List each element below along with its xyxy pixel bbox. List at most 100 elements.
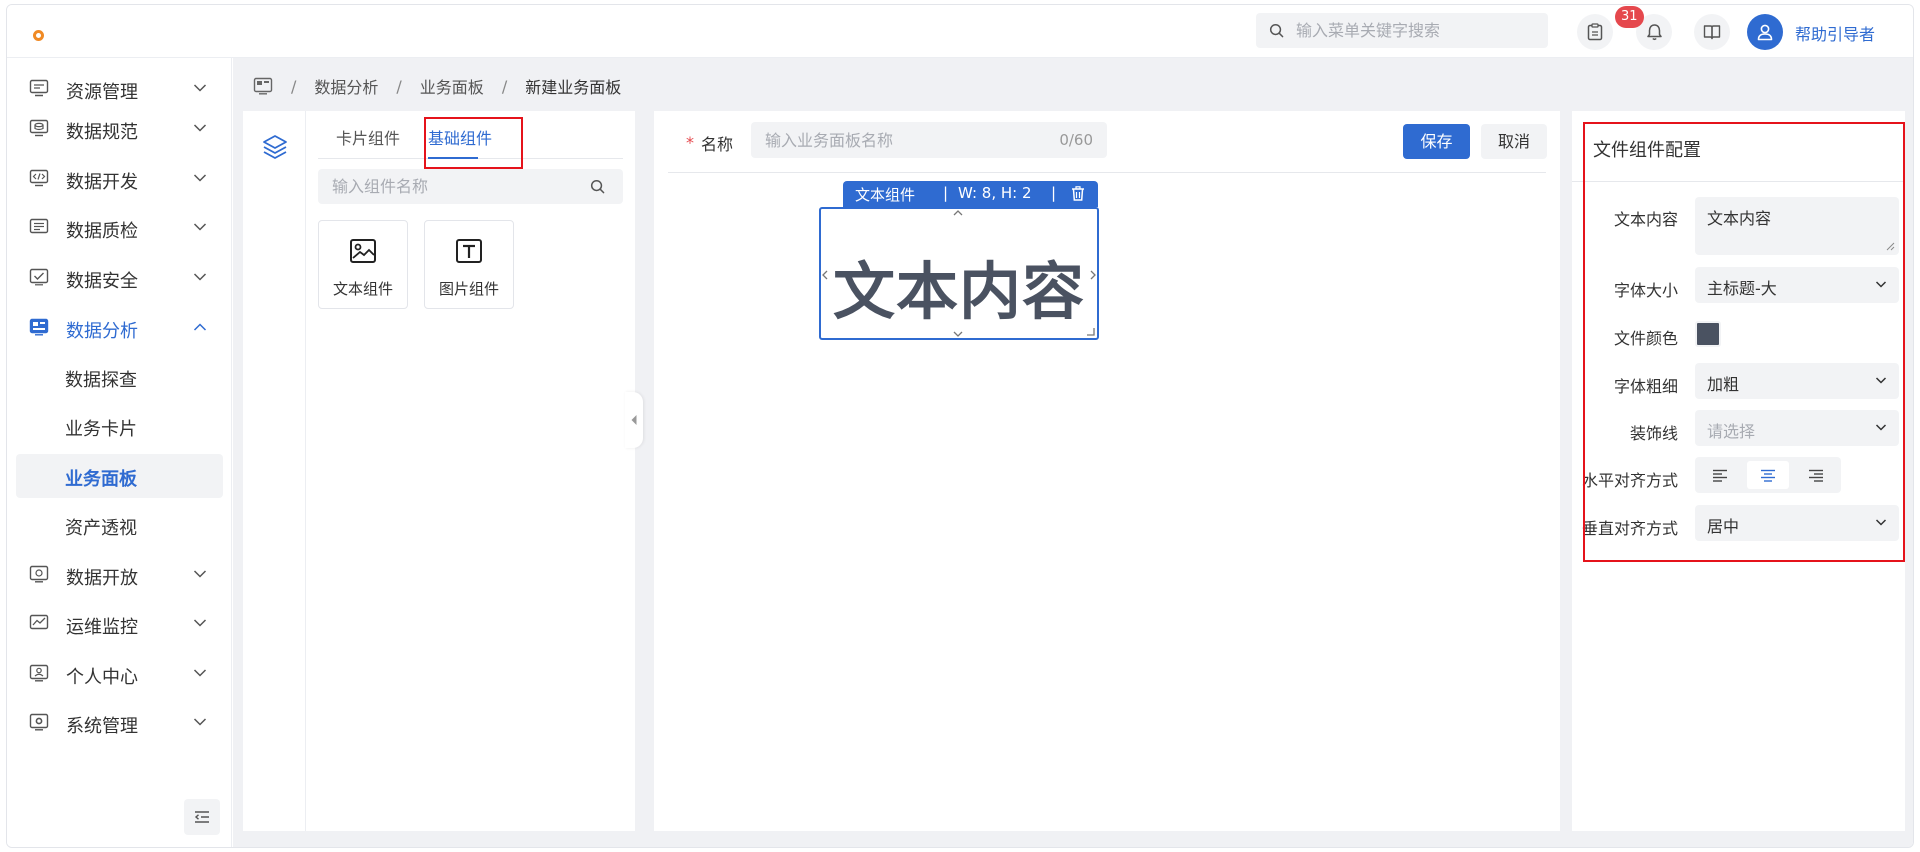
caret-left-icon bbox=[631, 415, 637, 425]
top-header: 31 帮助引导者 bbox=[7, 5, 1913, 58]
sidebar-item-label: 数据规范 bbox=[66, 122, 138, 143]
tab-card-components[interactable]: 卡片组件 bbox=[336, 125, 400, 149]
component-card-image[interactable]: 图片组件 bbox=[424, 220, 514, 309]
toolbar-separator: | bbox=[1051, 184, 1057, 202]
resize-handle-bottom[interactable] bbox=[952, 330, 964, 338]
clipboard-icon bbox=[1587, 23, 1603, 41]
breadcrumb-separator: / bbox=[396, 76, 402, 96]
clipboard-button[interactable] bbox=[1577, 14, 1613, 50]
highlight-box bbox=[1583, 122, 1905, 562]
name-row: * 名称 0/60 保存 取消 bbox=[654, 111, 1560, 173]
breadcrumb-separator: / bbox=[501, 76, 508, 96]
resize-handle-right[interactable] bbox=[1089, 269, 1097, 281]
component-card-text[interactable]: 文本组件 bbox=[318, 220, 408, 309]
breadcrumb-separator: / bbox=[291, 76, 297, 96]
highlight-box bbox=[424, 117, 523, 169]
panel-name-field[interactable]: 0/60 bbox=[751, 122, 1107, 158]
sidebar-item-develop[interactable]: 数据开发 bbox=[7, 157, 232, 201]
sidebar-collapse-button[interactable] bbox=[184, 799, 220, 835]
docs-button[interactable] bbox=[1694, 14, 1730, 50]
name-label: 名称 bbox=[701, 135, 734, 154]
sidebar-item-open[interactable]: 数据开放 bbox=[7, 553, 232, 597]
sidebar-item-resource[interactable]: 资源管理 bbox=[7, 67, 232, 111]
panel-name-input[interactable] bbox=[765, 122, 1045, 158]
user-icon bbox=[1757, 24, 1773, 41]
sidebar-subitem-explore[interactable]: 数据探查 bbox=[16, 355, 223, 399]
widget-size: W: 8, H: 2 bbox=[958, 184, 1032, 202]
cancel-button[interactable]: 取消 bbox=[1481, 124, 1547, 159]
chevron-up-icon bbox=[193, 323, 207, 331]
user-avatar[interactable] bbox=[1747, 14, 1783, 50]
component-panel: 卡片组件 基础组件 文本组件 图片组件 bbox=[243, 111, 635, 831]
sidebar-item-label: 数据开放 bbox=[66, 568, 138, 589]
resize-handle-left[interactable] bbox=[821, 269, 829, 281]
chevron-down-icon bbox=[193, 124, 207, 132]
app-logo[interactable] bbox=[33, 30, 44, 41]
chevron-down-icon bbox=[193, 718, 207, 726]
sidebar-item-label: 数据分析 bbox=[66, 321, 138, 342]
layers-column bbox=[243, 111, 306, 831]
save-button[interactable]: 保存 bbox=[1403, 124, 1470, 159]
divider bbox=[668, 172, 1546, 173]
char-counter: 0/60 bbox=[1059, 131, 1093, 149]
layers-icon[interactable] bbox=[261, 133, 289, 161]
text-t-icon bbox=[456, 239, 482, 263]
dashboard-icon bbox=[253, 77, 273, 95]
dashboard-icon bbox=[29, 318, 49, 336]
breadcrumb-item[interactable]: 数据分析 bbox=[314, 74, 378, 98]
widget-title: 文本组件 bbox=[855, 186, 916, 204]
panel-collapse-toggle[interactable] bbox=[625, 392, 643, 448]
resize-handle-top[interactable] bbox=[952, 209, 964, 217]
sidebar-item-standard[interactable]: 数据规范 bbox=[7, 107, 232, 151]
widget-toolbar[interactable]: 文本组件 | W: 8, H: 2 | bbox=[843, 181, 1098, 207]
code-icon bbox=[29, 169, 49, 187]
bell-icon bbox=[1646, 24, 1662, 41]
resize-handle-corner[interactable] bbox=[1086, 327, 1095, 336]
sidebar-subitem-assets[interactable]: 资产透视 bbox=[16, 503, 223, 547]
shield-check-icon bbox=[29, 268, 49, 286]
book-icon bbox=[1703, 25, 1721, 40]
menu-search[interactable] bbox=[1256, 13, 1548, 48]
breadcrumb-item[interactable]: 业务面板 bbox=[420, 74, 484, 98]
component-card-label: 图片组件 bbox=[438, 280, 499, 298]
widget-text: 文本内容 bbox=[832, 255, 1085, 328]
app-window: 31 帮助引导者 资源管理 数据规范 数据开发 数据质检 bbox=[6, 4, 1914, 848]
component-search[interactable] bbox=[318, 169, 623, 204]
sidebar-subitem-label: 资产透视 bbox=[65, 518, 137, 539]
sidebar-subitem-panels[interactable]: 业务面板 bbox=[16, 454, 223, 498]
sidebar-subitem-label: 业务面板 bbox=[65, 469, 137, 490]
main-content: / 数据分析 / 业务面板 / 新建业务面板 卡片组件 基础组件 输入组件名称 … bbox=[233, 58, 1913, 847]
chevron-down-icon bbox=[193, 223, 207, 231]
collapse-menu-icon bbox=[194, 811, 209, 823]
server-icon bbox=[29, 79, 49, 97]
notification-badge: 31 bbox=[1615, 6, 1644, 28]
sidebar-item-label: 个人中心 bbox=[66, 667, 138, 688]
trash-icon[interactable] bbox=[1071, 186, 1085, 201]
sidebar-item-personal[interactable]: 个人中心 bbox=[7, 652, 232, 696]
open-icon bbox=[29, 565, 49, 583]
required-mark: * bbox=[686, 133, 694, 152]
sidebar-item-quality[interactable]: 数据质检 bbox=[7, 206, 232, 250]
sidebar-item-label: 数据开发 bbox=[66, 172, 138, 193]
search-icon[interactable] bbox=[590, 179, 605, 194]
chevron-down-icon bbox=[193, 273, 207, 281]
sidebar-subitem-cards[interactable]: 业务卡片 bbox=[16, 404, 223, 448]
doc-check-icon bbox=[29, 218, 49, 234]
sidebar-item-label: 资源管理 bbox=[66, 82, 138, 103]
user-name[interactable]: 帮助引导者 bbox=[1795, 21, 1875, 45]
menu-search-input[interactable] bbox=[1296, 13, 1536, 48]
settings-icon bbox=[29, 713, 49, 731]
sidebar-item-label: 数据安全 bbox=[66, 271, 138, 292]
text-widget[interactable]: 文本内容 bbox=[819, 207, 1099, 340]
sidebar-item-monitor[interactable]: 运维监控 bbox=[7, 602, 232, 646]
user-card-icon bbox=[29, 664, 49, 682]
sidebar-item-security[interactable]: 数据安全 bbox=[7, 256, 232, 300]
editor-canvas: * 名称 0/60 保存 取消 文本组件 | W: 8, H: 2 | 文本内容 bbox=[654, 111, 1560, 831]
toolbar-separator: | bbox=[943, 184, 949, 202]
component-search-input[interactable] bbox=[332, 169, 582, 204]
sidebar-item-analysis[interactable]: 数据分析 bbox=[7, 306, 232, 350]
sidebar-subitem-label: 业务卡片 bbox=[65, 419, 137, 440]
breadcrumb-current: 新建业务面板 bbox=[525, 78, 622, 97]
sidebar-item-system[interactable]: 系统管理 bbox=[7, 701, 232, 745]
image-text-icon bbox=[350, 239, 376, 263]
